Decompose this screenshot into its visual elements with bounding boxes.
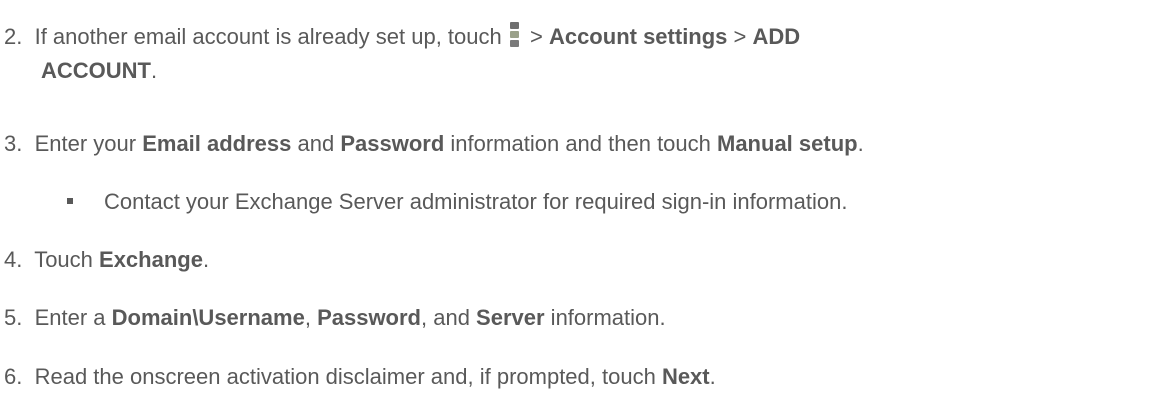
step-3-line: 3. Enter your Email address and Password… [4,131,864,157]
server-label: Server [476,305,545,330]
password-label: Password [340,131,445,156]
email-address-label: Email address [142,131,292,156]
step-4-line: 4. Touch Exchange. [4,247,209,273]
step-2-line-1: 2. If another email account is already s… [4,22,800,50]
step-text: If another email account is already set … [34,24,508,49]
step-text: Enter a [34,305,112,330]
step-number: 6. [4,364,23,389]
step-text: . [857,131,864,156]
step-number: 5. [4,305,23,330]
step-text: > [727,24,753,49]
step-6-line: 6. Read the onscreen activation disclaim… [4,364,716,390]
step-2-line-2: ACCOUNT. [41,58,157,84]
account-label: ACCOUNT [41,58,151,83]
menu-icon [509,22,520,48]
sub-bullet-marker [67,198,73,204]
step-text: > [523,24,549,49]
step-text: information and then touch [444,131,717,156]
step-text: , [304,305,318,330]
next-label: Next [661,364,710,389]
step-5-line: 5. Enter a Domain\Username, Password, an… [4,305,666,331]
sub-bullet-text: Contact your Exchange Server administrat… [104,189,848,214]
step-number: 2. [4,24,23,49]
step-text: . [202,247,210,272]
step-text: Enter your [34,131,143,156]
step-number: 4. [4,247,23,272]
add-label: ADD [752,24,801,49]
step-text: . [151,58,158,83]
password-label: Password [317,305,421,330]
account-settings-label: Account settings [548,24,728,49]
step-number: 3. [4,131,23,156]
exchange-label: Exchange [99,247,203,272]
domain-username-label: Domain\Username [111,305,305,330]
step-text: information. [544,305,666,330]
step-text: Touch [34,247,100,272]
step-text: , and [421,305,477,330]
step-text: Read the onscreen activation disclaimer … [34,364,662,389]
manual-setup-label: Manual setup [717,131,858,156]
step-text: and [291,131,341,156]
step-text: . [709,364,716,389]
sub-bullet-line: Contact your Exchange Server administrat… [104,189,847,215]
